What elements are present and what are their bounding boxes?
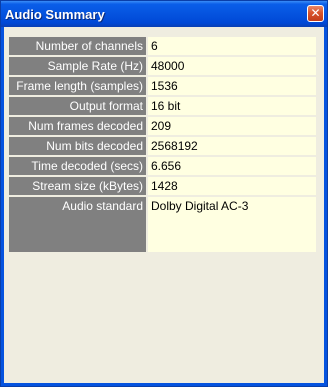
row-label: Frame length (samples) xyxy=(9,77,146,95)
table-row: Frame length (samples) 1536 xyxy=(9,77,316,95)
table-row: Stream size (kBytes) 1428 xyxy=(9,177,316,195)
close-button[interactable]: ✕ xyxy=(307,5,324,22)
row-value: 2568192 xyxy=(148,137,316,155)
table-row: Output format 16 bit xyxy=(9,97,316,115)
row-value: 48000 xyxy=(148,57,316,75)
row-value: 209 xyxy=(148,117,316,135)
row-label: Audio standard xyxy=(9,197,146,252)
row-label: Num frames decoded xyxy=(9,117,146,135)
row-value: Dolby Digital AC-3 xyxy=(148,197,316,252)
summary-table: Number of channels 6 Sample Rate (Hz) 48… xyxy=(9,37,316,254)
table-row: Audio standard Dolby Digital AC-3 xyxy=(9,197,316,252)
row-value: 6.656 xyxy=(148,157,316,175)
row-value: 1428 xyxy=(148,177,316,195)
row-label: Num bits decoded xyxy=(9,137,146,155)
table-row: Num frames decoded 209 xyxy=(9,117,316,135)
title-bar[interactable]: Audio Summary ✕ xyxy=(1,1,327,27)
window-title: Audio Summary xyxy=(5,7,105,22)
audio-summary-window: Audio Summary ✕ Number of channels 6 Sam… xyxy=(0,0,328,387)
close-icon: ✕ xyxy=(310,6,321,20)
table-row: Num bits decoded 2568192 xyxy=(9,137,316,155)
window-content: Number of channels 6 Sample Rate (Hz) 48… xyxy=(1,27,327,386)
table-row: Number of channels 6 xyxy=(9,37,316,55)
row-value: 1536 xyxy=(148,77,316,95)
row-label: Sample Rate (Hz) xyxy=(9,57,146,75)
row-label: Time decoded (secs) xyxy=(9,157,146,175)
row-label: Number of channels xyxy=(9,37,146,55)
row-value: 16 bit xyxy=(148,97,316,115)
row-label: Output format xyxy=(9,97,146,115)
table-row: Time decoded (secs) 6.656 xyxy=(9,157,316,175)
row-value: 6 xyxy=(148,37,316,55)
table-row: Sample Rate (Hz) 48000 xyxy=(9,57,316,75)
row-label: Stream size (kBytes) xyxy=(9,177,146,195)
